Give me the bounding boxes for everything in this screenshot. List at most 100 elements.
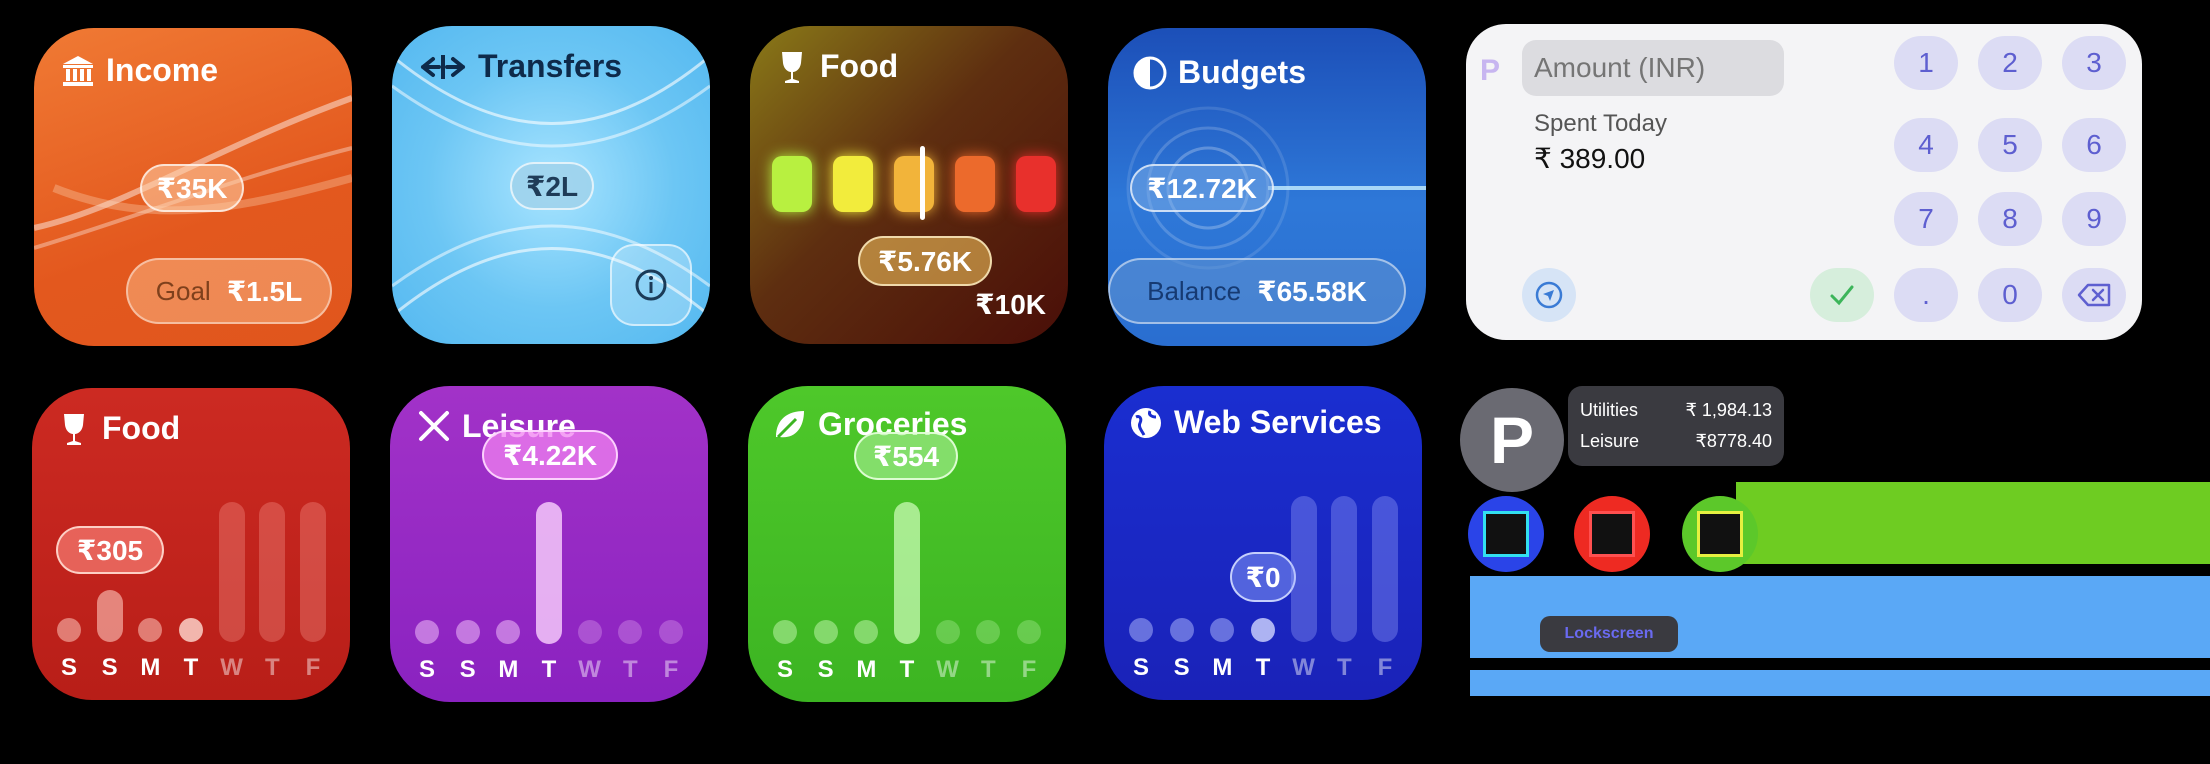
day-bar-thu	[976, 620, 1001, 644]
key-8[interactable]: 8	[1978, 192, 2042, 246]
day-bar-sun2	[455, 620, 480, 644]
swatch-2	[833, 156, 873, 212]
day-bar-thu	[1331, 496, 1358, 642]
goal-value: ₹1.5L	[226, 275, 303, 307]
day-label: M	[140, 654, 161, 681]
day-label: S	[60, 654, 77, 681]
transfers-widget[interactable]: Transfers ₹2L	[392, 26, 710, 344]
transfers-title: Transfers	[418, 48, 622, 85]
groceries-widget[interactable]: Groceries ₹554 S S M T W T F	[748, 386, 1066, 702]
day-label: T	[1336, 654, 1352, 681]
day-label: S	[817, 656, 834, 683]
food-weekly-widget[interactable]: Food ₹305 S S M T W T F	[32, 388, 350, 700]
day-label: F	[663, 656, 679, 683]
day-bar-fri	[1371, 496, 1398, 642]
day-label: W	[578, 656, 601, 683]
day-label: S	[1132, 654, 1149, 681]
lockscreen-green-strip	[1736, 482, 2210, 564]
web-services-chart	[1124, 412, 1402, 642]
day-bar-tue	[1250, 618, 1275, 642]
income-widget[interactable]: Income ₹35K Goal ₹1.5L	[34, 28, 352, 346]
app-icon-circle[interactable]: P	[1460, 388, 1564, 492]
swatch-1	[772, 156, 812, 212]
day-label: T	[899, 656, 915, 683]
lockscreen-tag-label: Lockscreen	[1564, 625, 1654, 642]
day-bar-mon	[496, 620, 521, 644]
info-button[interactable]	[610, 244, 692, 326]
day-bar-sun2	[96, 590, 123, 642]
day-label: W	[936, 656, 959, 683]
day-label: M	[856, 656, 877, 683]
day-bar-fri	[299, 502, 326, 642]
summary-row-leisure: Leisure ₹8778.40	[1580, 431, 1772, 452]
spent-today-value: ₹ 389.00	[1534, 143, 1646, 174]
day-label: T	[980, 656, 996, 683]
food-spectrum	[772, 156, 1056, 212]
key-1[interactable]: 1	[1894, 36, 1958, 90]
budgets-balance-pill[interactable]: Balance ₹65.58K	[1108, 258, 1406, 324]
location-button[interactable]	[1522, 268, 1576, 322]
lock-widget-blue[interactable]	[1468, 496, 1544, 572]
day-label: W	[1292, 654, 1315, 681]
lock-widget-green[interactable]	[1682, 496, 1758, 572]
key-6[interactable]: 6	[2062, 118, 2126, 172]
summary-value: ₹8778.40	[1695, 431, 1772, 451]
day-bar-sun2	[813, 620, 838, 644]
day-bar-thu	[618, 620, 643, 644]
key-3[interactable]: 3	[2062, 36, 2126, 90]
day-bar-wed	[577, 620, 602, 644]
transfer-arrows-icon	[421, 54, 465, 79]
day-bar-sun	[415, 620, 439, 644]
lockscreen-backdrop-bottom	[1470, 670, 2210, 696]
day-bar-wed	[1290, 496, 1317, 642]
key-2[interactable]: 2	[1978, 36, 2042, 90]
key-9[interactable]: 9	[2062, 192, 2126, 246]
app-logo-icon: P	[1480, 54, 1501, 87]
spent-today-label: Spent Today	[1534, 110, 1667, 137]
day-label: M	[1212, 654, 1233, 681]
food-weekly-chart	[52, 412, 330, 642]
day-label: S	[1173, 654, 1190, 681]
swatch-5	[1016, 156, 1056, 212]
bank-icon	[63, 55, 93, 86]
amount-input[interactable]	[1522, 40, 1784, 96]
web-services-widget[interactable]: Web Services ₹0 S S M T W T F	[1104, 386, 1422, 700]
device-glyph-icon	[1483, 511, 1529, 557]
day-label: F	[1377, 654, 1393, 681]
day-label: T	[541, 656, 557, 683]
key-4[interactable]: 4	[1894, 118, 1958, 172]
day-bar-tue	[893, 502, 920, 644]
key-7[interactable]: 7	[1894, 192, 1958, 246]
day-bar-thu	[259, 502, 286, 642]
device-glyph-icon	[1589, 511, 1635, 557]
day-bar-fri	[1016, 620, 1041, 644]
app-logo-icon: P	[1489, 403, 1535, 477]
half-circle-icon	[1133, 56, 1167, 89]
goal-label: Goal	[155, 275, 211, 306]
backspace-icon	[2077, 283, 2111, 307]
leisure-widget[interactable]: Leisure ₹4.22K S S M T W T F	[390, 386, 708, 702]
income-goal-pill[interactable]: Goal ₹1.5L	[126, 258, 332, 324]
lock-widget-red[interactable]	[1574, 496, 1650, 572]
day-bar-sun	[57, 618, 81, 642]
food-title-label: Food	[820, 48, 899, 84]
budgets-widget[interactable]: Budgets ₹12.72K Balance ₹65.58K	[1108, 28, 1426, 346]
key-5[interactable]: 5	[1978, 118, 2042, 172]
day-bar-mon	[1210, 618, 1235, 642]
food-budget-widget[interactable]: Food ₹5.76K ₹10K	[750, 26, 1068, 344]
food-limit: ₹10K	[975, 289, 1046, 320]
food-weekly-day-labels: S S M T W T F	[52, 654, 330, 682]
confirm-button[interactable]	[1810, 268, 1874, 322]
day-label: S	[776, 656, 793, 683]
key-decimal[interactable]: .	[1894, 268, 1958, 322]
key-0[interactable]: 0	[1978, 268, 2042, 322]
food-title: Food	[774, 48, 898, 85]
balance-value: ₹65.58K	[1257, 275, 1367, 307]
day-bar-sun	[773, 620, 797, 644]
groceries-chart	[768, 414, 1046, 644]
day-label: W	[220, 654, 243, 681]
budgets-amount-badge: ₹12.72K	[1130, 164, 1274, 212]
transfers-amount-badge: ₹2L	[510, 162, 594, 210]
backspace-button[interactable]	[2062, 268, 2126, 322]
day-label: F	[1021, 656, 1037, 683]
